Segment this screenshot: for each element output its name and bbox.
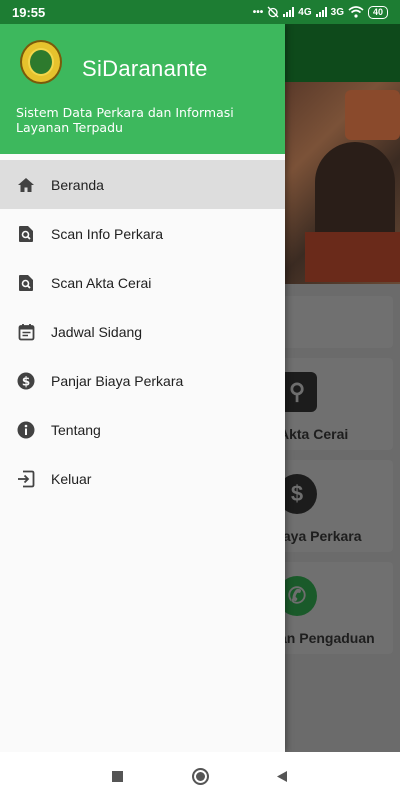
search-icon: ⚲ — [285, 372, 317, 412]
drawer-header: SiDaranante Sistem Data Perkara dan Info… — [0, 24, 285, 154]
dollar-icon: $ — [285, 474, 317, 514]
background-card: ⚲ Akta Cerai — [285, 358, 393, 450]
battery-indicator: 40 — [367, 5, 388, 19]
signal-2-icon — [315, 7, 327, 17]
system-navigation-bar — [0, 752, 400, 800]
background-card: ✆ an Pengaduan — [285, 562, 393, 654]
menu-item-jadwal-sidang[interactable]: Jadwal Sidang — [0, 307, 285, 356]
network-1-label: 4G — [298, 6, 312, 18]
menu-item-panjar-biaya-perkara[interactable]: $ Panjar Biaya Perkara — [0, 356, 285, 405]
info-icon — [16, 420, 36, 440]
network-2-label: 3G — [330, 6, 344, 18]
menu-item-label: Scan Akta Cerai — [51, 274, 152, 291]
square-icon — [111, 770, 123, 782]
status-bar: 19:55 ••• 4G 3G 40 — [0, 0, 400, 24]
status-time: 19:55 — [12, 4, 46, 20]
menu-item-label: Jadwal Sidang — [51, 323, 143, 340]
menu-item-label: Beranda — [51, 176, 104, 193]
back-triangle-icon — [276, 770, 287, 782]
app-title: SiDaranante — [82, 56, 208, 81]
back-button[interactable] — [266, 761, 296, 791]
home-button[interactable] — [185, 761, 215, 791]
menu-item-scan-akta-cerai[interactable]: Scan Akta Cerai — [0, 258, 285, 307]
menu-item-label: Panjar Biaya Perkara — [51, 372, 184, 389]
signal-1-icon — [283, 7, 295, 17]
calendar-icon — [16, 322, 36, 342]
app-subtitle: Sistem Data Perkara dan Informasi Layana… — [16, 105, 234, 135]
logout-icon — [16, 469, 36, 489]
background-app: ⚲ Akta Cerai $ iaya Perkara ✆ an Pengadu… — [285, 24, 400, 752]
circle-icon — [191, 767, 209, 785]
background-card-label: an Pengaduan — [285, 630, 375, 646]
wifi-icon — [348, 6, 364, 18]
scan-search-icon — [16, 224, 36, 244]
navigation-drawer: SiDaranante Sistem Data Perkara dan Info… — [0, 24, 285, 752]
app-logo — [20, 40, 62, 84]
dollar-icon: $ — [16, 371, 36, 391]
menu-item-scan-info-perkara[interactable]: Scan Info Perkara — [0, 209, 285, 258]
menu-item-label: Scan Info Perkara — [51, 225, 164, 242]
menu-item-beranda[interactable]: Beranda — [0, 160, 285, 209]
recents-button[interactable] — [102, 761, 132, 791]
alarm-off-icon — [267, 6, 279, 18]
background-banner-image — [285, 82, 400, 284]
scan-search-icon — [16, 273, 36, 293]
menu-item-tentang[interactable]: Tentang — [0, 405, 285, 454]
background-card: $ iaya Perkara — [285, 460, 393, 552]
status-icons: ••• 4G 3G 40 — [252, 5, 388, 19]
background-card-label: iaya Perkara — [285, 528, 362, 544]
more-dots-icon: ••• — [252, 6, 264, 18]
menu-item-label: Tentang — [51, 421, 101, 438]
svg-text:$: $ — [22, 374, 30, 388]
background-toolbar — [285, 24, 400, 82]
background-card-label: Akta Cerai — [285, 426, 349, 442]
background-card — [285, 296, 393, 348]
whatsapp-icon: ✆ — [285, 576, 317, 616]
home-icon — [16, 175, 36, 195]
menu-item-label: Keluar — [51, 470, 92, 487]
menu-item-keluar[interactable]: Keluar — [0, 454, 285, 503]
drawer-menu: Beranda Scan Info Perkara Scan Akta Cera… — [0, 160, 285, 503]
